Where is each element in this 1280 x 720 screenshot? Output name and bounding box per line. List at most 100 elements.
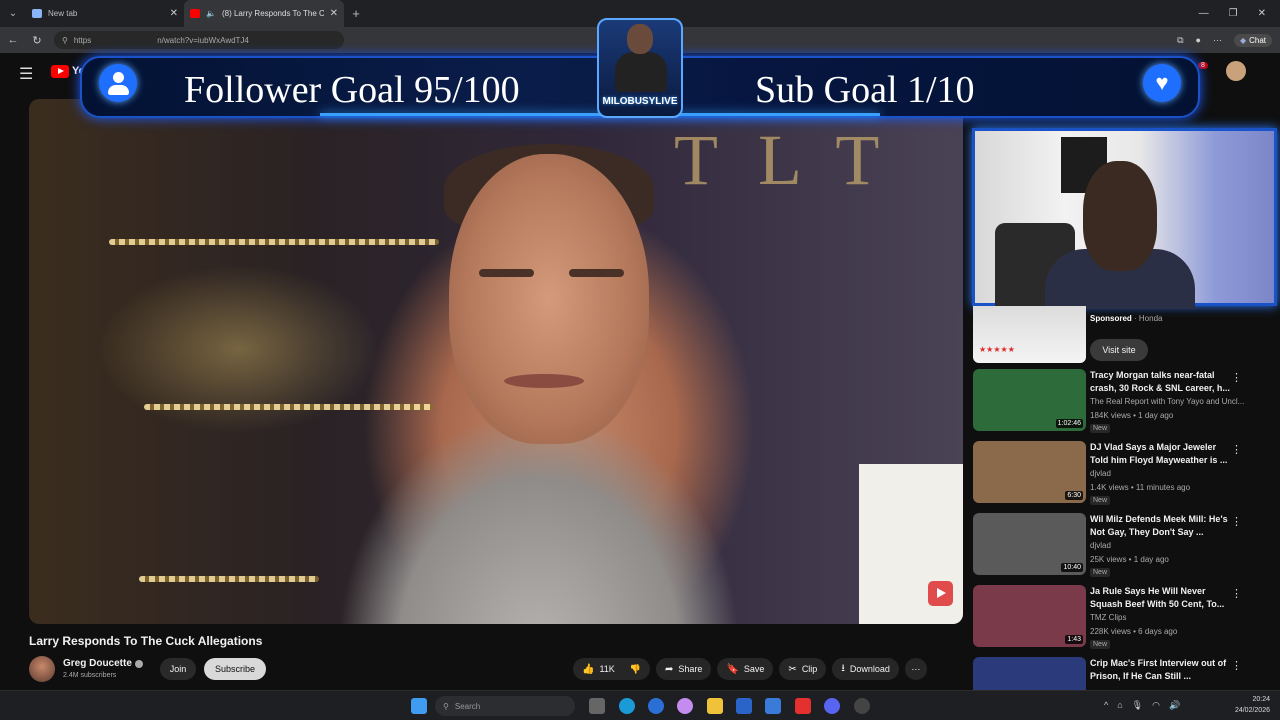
tab-youtube-video[interactable]: 🔈 (8) Larry Responds To The Cuc ✕ <box>184 0 344 27</box>
speaker-icon[interactable]: 🔈 <box>206 9 216 18</box>
rec-title[interactable]: DJ Vlad Says a Major Jeweler Told him Fl… <box>1090 441 1230 467</box>
close-icon[interactable]: ✕ <box>170 8 178 19</box>
duration-badge: 6:30 <box>1065 491 1083 500</box>
visit-site-button[interactable]: Visit site <box>1090 339 1148 361</box>
video-thumbnail[interactable]: 1:02:46 <box>973 369 1086 431</box>
rec-meta: 1.4K views • 11 minutes ago <box>1090 483 1191 492</box>
profile-icon[interactable]: ● <box>1196 35 1201 45</box>
more-actions-button[interactable]: ⋯ <box>904 658 927 680</box>
save-button[interactable]: 🔖 Save <box>717 658 774 680</box>
list-item[interactable]: 10:40 Wil Milz Defends Meek Mill: He's N… <box>973 513 1273 579</box>
maximize-icon[interactable]: ❐ <box>1229 8 1238 19</box>
download-button[interactable]: ⭳ Download <box>832 658 899 680</box>
copilot-app-icon[interactable] <box>677 698 693 714</box>
subscribe-button[interactable]: Subscribe <box>204 658 266 680</box>
like-button[interactable]: 👍 11K 👎 <box>573 658 651 680</box>
rec-title[interactable]: Ja Rule Says He Will Never Squash Beef W… <box>1090 585 1230 611</box>
windows-taskbar: ⚲ Search ^ ⌂ 🎙 ◠ 🔊 20:24 24/02/2026 <box>0 690 1280 720</box>
more-vert-icon[interactable]: ⋮ <box>1231 659 1242 672</box>
site-info-icon[interactable]: ⚲ <box>62 36 68 45</box>
rec-channel[interactable]: TMZ Clips <box>1090 613 1250 622</box>
screen: ⌄ New tab ✕ 🔈 (8) Larry Responds To The … <box>0 0 1280 720</box>
ad-advertiser: Honda <box>1138 314 1163 323</box>
url-text: n/watch?v=iubWxAwdTJ4 <box>157 35 249 45</box>
sponsored-label: Sponsored <box>1090 314 1132 323</box>
rec-title[interactable]: Tracy Morgan talks near-fatal crash, 30 … <box>1090 369 1230 395</box>
mic-icon[interactable]: 🎙 <box>1132 700 1143 711</box>
rec-channel[interactable]: djvlad <box>1090 469 1250 478</box>
join-button[interactable]: Join <box>160 658 196 680</box>
discord-icon[interactable] <box>824 698 840 714</box>
new-tab-button[interactable]: + <box>344 6 368 21</box>
clip-button[interactable]: ✂ Clip <box>779 658 827 680</box>
list-item[interactable]: 1:02:46 Tracy Morgan talks near-fatal cr… <box>973 369 1273 435</box>
avatar[interactable] <box>29 656 55 682</box>
close-icon[interactable]: ✕ <box>330 8 338 19</box>
youtube-logo-icon[interactable] <box>51 65 69 78</box>
network-icon[interactable]: ⌂ <box>1117 700 1122 711</box>
chevron-up-icon[interactable]: ^ <box>1104 700 1108 711</box>
rec-channel[interactable]: djvlad <box>1090 541 1250 550</box>
list-item[interactable]: 6:30 DJ Vlad Says a Major Jeweler Told h… <box>973 441 1273 507</box>
address-bar[interactable]: ⚲ https n/watch?v=iubWxAwdTJ4 <box>54 31 344 49</box>
file-explorer-icon[interactable] <box>707 698 723 714</box>
youtube-play-icon[interactable] <box>928 581 953 606</box>
rec-title[interactable]: Wil Milz Defends Meek Mill: He's Not Gay… <box>1090 513 1230 539</box>
taskbar-clock[interactable]: 20:24 24/02/2026 <box>1220 694 1270 716</box>
hamburger-menu-icon[interactable]: ☰ <box>19 64 33 84</box>
wifi-icon[interactable]: ◠ <box>1152 700 1160 711</box>
windows-start-icon[interactable] <box>411 698 427 714</box>
notification-count-badge[interactable]: 8 <box>1198 62 1208 69</box>
taskbar-search-box[interactable]: ⚲ Search <box>435 696 575 716</box>
tab-search-icon[interactable]: ⌄ <box>0 0 26 27</box>
video-frame-background-sign: TLT <box>674 120 920 200</box>
store-icon[interactable] <box>736 698 752 714</box>
rec-channel[interactable]: The Real Report with Tony Yayo and Uncl.… <box>1090 397 1250 406</box>
obs-icon[interactable] <box>854 698 870 714</box>
video-thumbnail[interactable]: 1:43 <box>973 585 1086 647</box>
search-placeholder: Search <box>454 701 481 711</box>
bookmark-icon: 🔖 <box>726 663 739 675</box>
volume-icon[interactable]: 🔊 <box>1169 700 1180 711</box>
tab-new-tab[interactable]: New tab ✕ <box>26 0 184 27</box>
rec-meta: 25K views • 1 day ago <box>1090 555 1169 564</box>
menu-icon[interactable]: ⋯ <box>1213 35 1222 46</box>
extensions-icon[interactable]: ⧉ <box>1177 35 1183 46</box>
clip-label: Clip <box>801 664 818 674</box>
browser-icon[interactable] <box>648 698 664 714</box>
thumbs-down-icon[interactable]: 👎 <box>630 664 641 675</box>
tab-label: New tab <box>48 9 78 18</box>
video-thumbnail[interactable]: 10:40 <box>973 513 1086 575</box>
mail-icon[interactable] <box>765 698 781 714</box>
avatar[interactable] <box>1226 61 1246 81</box>
more-vert-icon[interactable]: ⋮ <box>1231 515 1242 528</box>
youtube-app-icon[interactable] <box>795 698 811 714</box>
video-player[interactable]: TLT <box>29 99 963 624</box>
ad-thumbnail[interactable]: ★★★★★ <box>973 306 1086 363</box>
duration-badge: 1:43 <box>1065 635 1083 644</box>
edge-browser-icon[interactable] <box>619 698 635 714</box>
more-vert-icon[interactable]: ⋮ <box>1231 587 1242 600</box>
video-title: Larry Responds To The Cuck Allegations <box>29 634 263 648</box>
more-vert-icon[interactable]: ⋮ <box>1231 443 1242 456</box>
share-button[interactable]: ➦ Share <box>656 658 712 680</box>
streamer-badge-label: MILOBUSYLIVE <box>602 96 678 107</box>
follower-icon <box>99 64 137 102</box>
search-icon: ⚲ <box>443 701 449 711</box>
video-frame-shelf-lights <box>139 576 319 582</box>
reload-icon[interactable]: ↻ <box>30 34 44 47</box>
task-view-icon[interactable] <box>589 698 605 714</box>
rec-title[interactable]: Crip Mac's First Interview out of Prison… <box>1090 657 1230 683</box>
clock-time: 20:24 <box>1252 696 1270 703</box>
badge-avatar-body <box>615 52 667 92</box>
minimize-icon[interactable]: — <box>1199 8 1209 19</box>
video-thumbnail[interactable]: 6:30 <box>973 441 1086 503</box>
close-window-icon[interactable]: ✕ <box>1258 8 1266 19</box>
more-vert-icon[interactable]: ⋮ <box>1231 371 1242 384</box>
new-tab-favicon-icon <box>32 9 42 18</box>
ad-rating-stars: ★★★★★ <box>979 345 1015 354</box>
channel-name[interactable]: Greg Doucette <box>63 658 132 669</box>
back-icon[interactable]: ← <box>6 34 20 46</box>
list-item[interactable]: 1:43 Ja Rule Says He Will Never Squash B… <box>973 585 1273 651</box>
chat-button[interactable]: ◆ Chat <box>1233 33 1272 47</box>
